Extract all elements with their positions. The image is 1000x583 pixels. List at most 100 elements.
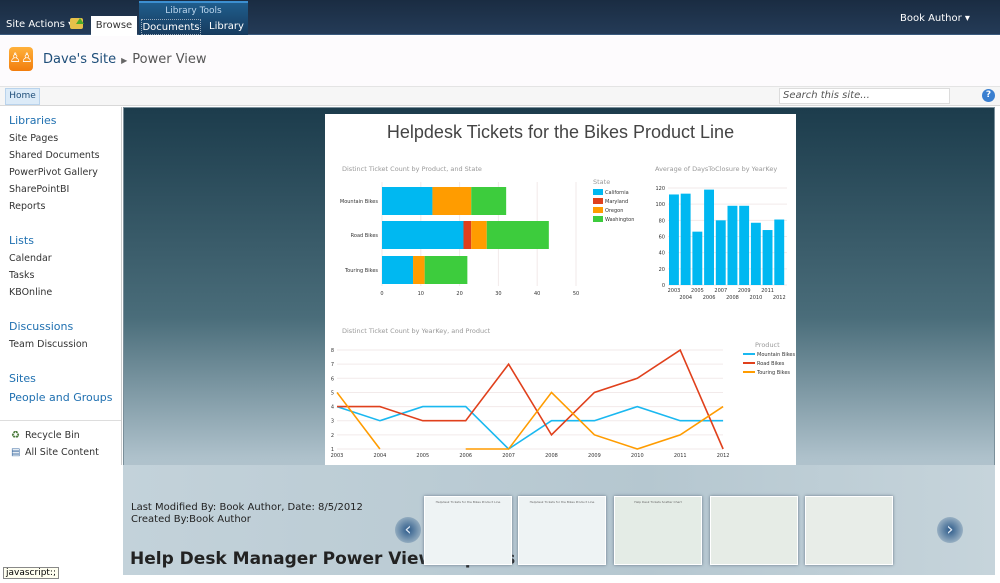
report-preview[interactable]: Helpdesk Tickets for the Bikes Product L… <box>325 114 796 466</box>
sharepoint-people-icon[interactable]: ♙♙ <box>9 47 33 71</box>
quick-launch: Libraries Site Pages Shared Documents Po… <box>0 107 122 465</box>
column-x-tick: 2011 <box>761 288 774 294</box>
nav-people-and-groups[interactable]: People and Groups <box>9 391 112 404</box>
nav-item-calendar[interactable]: Calendar <box>9 253 52 264</box>
tab-documents[interactable]: Documents <box>141 19 201 35</box>
line-legend-label: Road Bikes <box>757 361 785 367</box>
tab-home[interactable]: Home <box>5 88 40 105</box>
next-arrow-icon[interactable]: › <box>937 517 963 543</box>
column-x-tick: 2010 <box>750 295 763 301</box>
nav-item-kbonline[interactable]: KBOnline <box>9 287 52 298</box>
column-bar <box>715 220 726 285</box>
bar-category-label: Road Bikes <box>351 233 379 239</box>
nav-item-shared-documents[interactable]: Shared Documents <box>9 150 100 161</box>
bar-segment <box>432 187 472 215</box>
bar-legend-label: Maryland <box>605 199 628 205</box>
library-tools-group: Library Tools Documents Library <box>139 1 248 35</box>
line-x-tick: 2012 <box>717 453 730 459</box>
nav-item-site-pages[interactable]: Site Pages <box>9 133 58 144</box>
line-x-tick: 2009 <box>588 453 601 459</box>
line-x-tick: 2003 <box>331 453 344 459</box>
thumbnail-2[interactable]: Helpdesk Tickets for the Bikes Product L… <box>518 496 606 565</box>
bar-x-tick: 20 <box>456 291 462 297</box>
thumbnail-title: Help Desk Tickets Scatter Chart <box>634 500 682 504</box>
bar-category-label: Mountain Bikes <box>340 199 378 205</box>
bar-legend-swatch <box>593 207 603 213</box>
site-header: ♙♙ Dave's Site ▶ Power View <box>0 36 1000 87</box>
column-bar <box>750 222 761 285</box>
thumbnail-title: Helpdesk Tickets for the Bikes Product L… <box>529 500 595 504</box>
nav-heading-libraries[interactable]: Libraries <box>9 114 57 127</box>
column-x-tick: 2003 <box>668 288 681 294</box>
nav-heading-lists[interactable]: Lists <box>9 234 34 247</box>
bar-legend-swatch <box>593 216 603 222</box>
column-y-tick: 80 <box>659 218 665 224</box>
column-x-tick: 2004 <box>679 295 692 301</box>
breadcrumb-arrow-icon: ▶ <box>121 56 128 65</box>
bar-segment <box>413 256 425 284</box>
nav-heading-discussions[interactable]: Discussions <box>9 320 73 333</box>
nav-recycle-bin[interactable]: Recycle Bin <box>25 430 80 441</box>
bar-segment <box>471 221 487 249</box>
tab-library[interactable]: Library <box>209 21 244 32</box>
line-legend-label: Touring Bikes <box>756 370 790 376</box>
ribbon-bar: Home Search this site... ? <box>0 87 1000 106</box>
column-bar <box>669 194 679 285</box>
search-input[interactable]: Search this site... <box>779 88 950 104</box>
library-tools-label: Library Tools <box>165 6 222 16</box>
line-y-tick: 4 <box>331 405 334 411</box>
nav-item-reports[interactable]: Reports <box>9 201 45 212</box>
column-x-tick: 2012 <box>773 295 786 301</box>
nav-all-site-content[interactable]: All Site Content <box>25 447 99 458</box>
column-x-tick: 2006 <box>703 295 716 301</box>
recycle-bin-icon: ♻ <box>11 430 20 441</box>
created-by-text: Created By:Book Author <box>131 514 251 525</box>
nav-item-powerpivot-gallery[interactable]: PowerPivot Gallery <box>9 167 98 178</box>
column-x-tick: 2008 <box>726 295 739 301</box>
column-bar <box>739 205 750 285</box>
thumbnail-4[interactable] <box>710 496 798 565</box>
thumbnail-title: Helpdesk Tickets for the Bikes Product L… <box>435 500 501 504</box>
line-y-tick: 8 <box>331 348 334 354</box>
help-icon[interactable]: ? <box>982 89 995 102</box>
bar-x-tick: 0 <box>380 291 383 297</box>
line-x-tick: 2008 <box>545 453 558 459</box>
column-y-tick: 120 <box>655 186 665 192</box>
line-legend-label: Mountain Bikes <box>757 352 795 358</box>
nav-item-team-discussion[interactable]: Team Discussion <box>9 339 88 350</box>
line-y-tick: 6 <box>331 376 334 382</box>
tab-browse[interactable]: Browse <box>91 16 137 36</box>
line-y-tick: 5 <box>331 390 334 396</box>
nav-divider <box>0 420 121 421</box>
previous-arrow-icon[interactable]: ‹ <box>395 517 421 543</box>
site-actions-menu[interactable]: Site Actions ▾ <box>6 19 73 30</box>
nav-item-tasks[interactable]: Tasks <box>9 270 34 281</box>
bar-x-tick: 40 <box>534 291 540 297</box>
site-content-icon: ▤ <box>11 447 21 458</box>
thumbnail-3[interactable]: Help Desk Tickets Scatter Chart <box>614 496 702 565</box>
breadcrumb-site-link[interactable]: Dave's Site <box>43 52 116 67</box>
column-y-tick: 100 <box>655 202 665 208</box>
status-bar-text: javascript:; <box>3 567 60 579</box>
nav-item-sharepointbi[interactable]: SharePointBI <box>9 184 69 195</box>
line-x-tick: 2005 <box>416 453 429 459</box>
column-bar <box>680 193 691 285</box>
report-details-panel: Last Modified By: Book Author, Date: 8/5… <box>123 465 995 575</box>
last-modified-text: Last Modified By: Book Author, Date: 8/5… <box>131 502 363 513</box>
bar-segment <box>382 256 414 284</box>
line-legend-title: Product <box>755 341 780 349</box>
navigate-up-icon[interactable] <box>70 18 84 29</box>
column-bar <box>727 205 738 285</box>
bar-legend-swatch <box>593 189 603 195</box>
thumbnail-1[interactable]: Helpdesk Tickets for the Bikes Product L… <box>424 496 512 565</box>
bar-segment <box>471 187 507 215</box>
line-y-tick: 2 <box>331 433 334 439</box>
line-y-tick: 7 <box>331 362 334 368</box>
nav-heading-sites[interactable]: Sites <box>9 372 36 385</box>
bar-segment <box>382 187 433 215</box>
line-x-tick: 2007 <box>502 453 515 459</box>
column-y-tick: 20 <box>659 267 665 273</box>
line-y-tick: 3 <box>331 419 334 425</box>
user-menu[interactable]: Book Author ▾ <box>900 13 970 24</box>
thumbnail-5[interactable] <box>805 496 893 565</box>
